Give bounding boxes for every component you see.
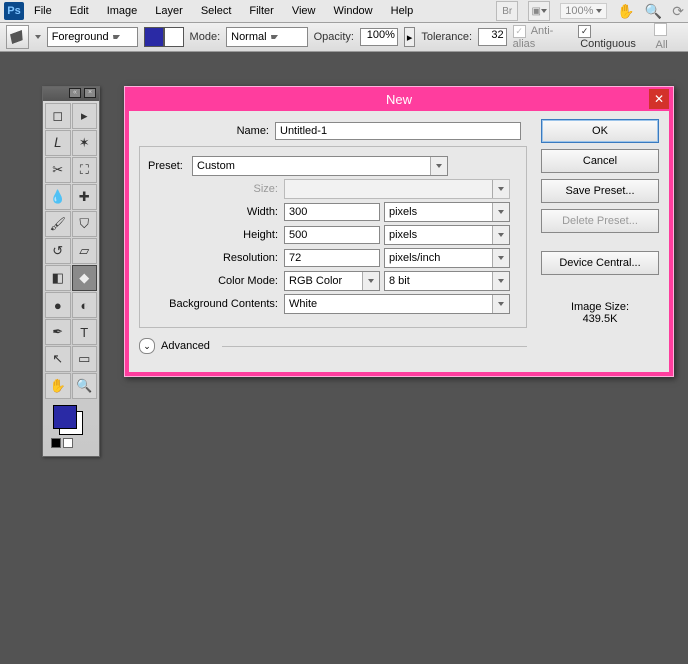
lasso-tool[interactable]: 𝘓 [45,130,71,156]
default-colors-icon[interactable] [51,438,61,448]
advanced-label: Advanced [161,340,210,352]
hand-tool[interactable]: ✋ [45,373,71,399]
contiguous-label: Contiguous [580,38,636,50]
paint-bucket-tool[interactable]: ◆ [72,265,98,291]
history-brush-tool[interactable]: ↺ [45,238,71,264]
mode-label: Mode: [190,31,221,43]
clone-stamp-tool[interactable]: ⛉ [72,211,98,237]
height-input[interactable] [284,226,380,244]
antialias-checkbox[interactable]: ✓ [513,25,526,38]
preset-label: Preset: [148,160,192,172]
pen-tool[interactable]: ✒ [45,319,71,345]
tool-preset-dropdown[interactable] [35,35,41,39]
contiguous-checkbox[interactable]: ✓ [578,25,591,38]
crop-tool[interactable]: ✂ [45,157,71,183]
width-unit-select[interactable]: pixels [384,202,510,222]
all-layers-label: All [656,39,668,51]
cancel-button[interactable]: Cancel [541,149,659,173]
name-label: Name: [139,125,275,137]
menu-edit[interactable]: Edit [62,3,97,19]
image-size-label: Image Size: [541,301,659,313]
ok-button[interactable]: OK [541,119,659,143]
zoom-dropdown[interactable]: 100% [560,3,607,19]
close-panel-icon[interactable]: × [84,88,96,98]
marquee-tool[interactable]: ◻ [45,103,71,129]
bgcontents-select[interactable]: White [284,294,510,314]
blur-tool[interactable]: ● [45,292,71,318]
menu-filter[interactable]: Filter [241,3,281,19]
size-label: Size: [148,183,284,195]
zoom-tool-icon[interactable]: 🔍 [645,3,662,20]
screen-mode-button[interactable]: ▣ [528,1,550,21]
colordepth-select[interactable]: 8 bit [384,271,510,291]
colormode-select[interactable]: RGB Color [284,271,380,291]
advanced-toggle[interactable]: ⌄ [139,338,155,354]
menu-view[interactable]: View [284,3,324,19]
foreground-color[interactable] [53,405,77,429]
move-tool[interactable]: ▸ [72,103,98,129]
width-label: Width: [148,206,284,218]
collapse-icon[interactable]: « [69,88,81,98]
menu-help[interactable]: Help [383,3,422,19]
resolution-unit-select[interactable]: pixels/inch [384,248,510,268]
hand-tool-icon[interactable]: ✋ [617,3,634,20]
save-preset-button[interactable]: Save Preset... [541,179,659,203]
brush-tool[interactable]: 🖌 [45,211,71,237]
new-document-dialog: New ✕ Name: Preset: Custom Size: [124,86,674,377]
menubar: Ps File Edit Image Layer Select Filter V… [0,0,688,23]
menu-layer[interactable]: Layer [147,3,191,19]
dialog-title: New [386,92,412,107]
healing-brush-tool[interactable]: ✚ [72,184,98,210]
fill-source-select[interactable]: Foreground [47,27,138,47]
menu-image[interactable]: Image [99,3,146,19]
bgcontents-label: Background Contents: [148,298,284,310]
close-button[interactable]: ✕ [649,89,669,109]
eraser-tool[interactable]: ▱ [72,238,98,264]
size-select [284,179,510,199]
zoom-tool[interactable]: 🔍 [72,373,98,399]
menu-file[interactable]: File [26,3,60,19]
dialog-titlebar[interactable]: New ✕ [125,87,673,111]
pattern-swatch[interactable] [164,27,184,47]
menu-select[interactable]: Select [193,3,240,19]
paint-bucket-icon[interactable] [6,25,29,49]
slice-tool[interactable]: ⛶ [72,157,98,183]
tools-panel: «× ◻ ▸ 𝘓 ✶ ✂ ⛶ 💧 ✚ 🖌 ⛉ ↺ ▱ ◧ ◆ ● ◐ ✒ T ↖… [42,86,100,457]
color-swatches[interactable] [53,405,83,435]
app-logo[interactable]: Ps [4,2,24,20]
tolerance-label: Tolerance: [421,31,472,43]
height-label: Height: [148,229,284,241]
rotate-view-icon[interactable]: ⟳ [672,3,684,20]
quick-mask-icon[interactable] [63,438,73,448]
image-size-value: 439.5K [541,313,659,325]
all-layers-checkbox[interactable] [654,23,667,36]
gradient-tool[interactable]: ◧ [45,265,71,291]
tools-header[interactable]: «× [43,87,99,101]
resolution-input[interactable] [284,249,380,267]
opacity-input[interactable]: 100% [360,28,398,46]
delete-preset-button: Delete Preset... [541,209,659,233]
colormode-label: Color Mode: [148,275,284,287]
path-select-tool[interactable]: ↖ [45,346,71,372]
magic-wand-tool[interactable]: ✶ [72,130,98,156]
opacity-flyout[interactable]: ▸ [404,27,415,47]
tolerance-input[interactable]: 32 [478,28,507,46]
shape-tool[interactable]: ▭ [72,346,98,372]
bridge-button[interactable]: Br [496,1,518,21]
resolution-label: Resolution: [148,252,284,264]
blend-mode-select[interactable]: Normal [226,27,307,47]
eyedropper-tool[interactable]: 💧 [45,184,71,210]
type-tool[interactable]: T [72,319,98,345]
width-input[interactable] [284,203,380,221]
name-input[interactable] [275,122,521,140]
preset-select[interactable]: Custom [192,156,448,176]
foreground-color-swatch[interactable] [144,27,164,47]
foreground-swatch-picker[interactable] [144,27,184,47]
dodge-tool[interactable]: ◐ [72,292,98,318]
menu-window[interactable]: Window [326,3,381,19]
height-unit-select[interactable]: pixels [384,225,510,245]
device-central-button[interactable]: Device Central... [541,251,659,275]
options-bar: Foreground Mode: Normal Opacity: 100% ▸ … [0,23,688,52]
opacity-label: Opacity: [314,31,354,43]
